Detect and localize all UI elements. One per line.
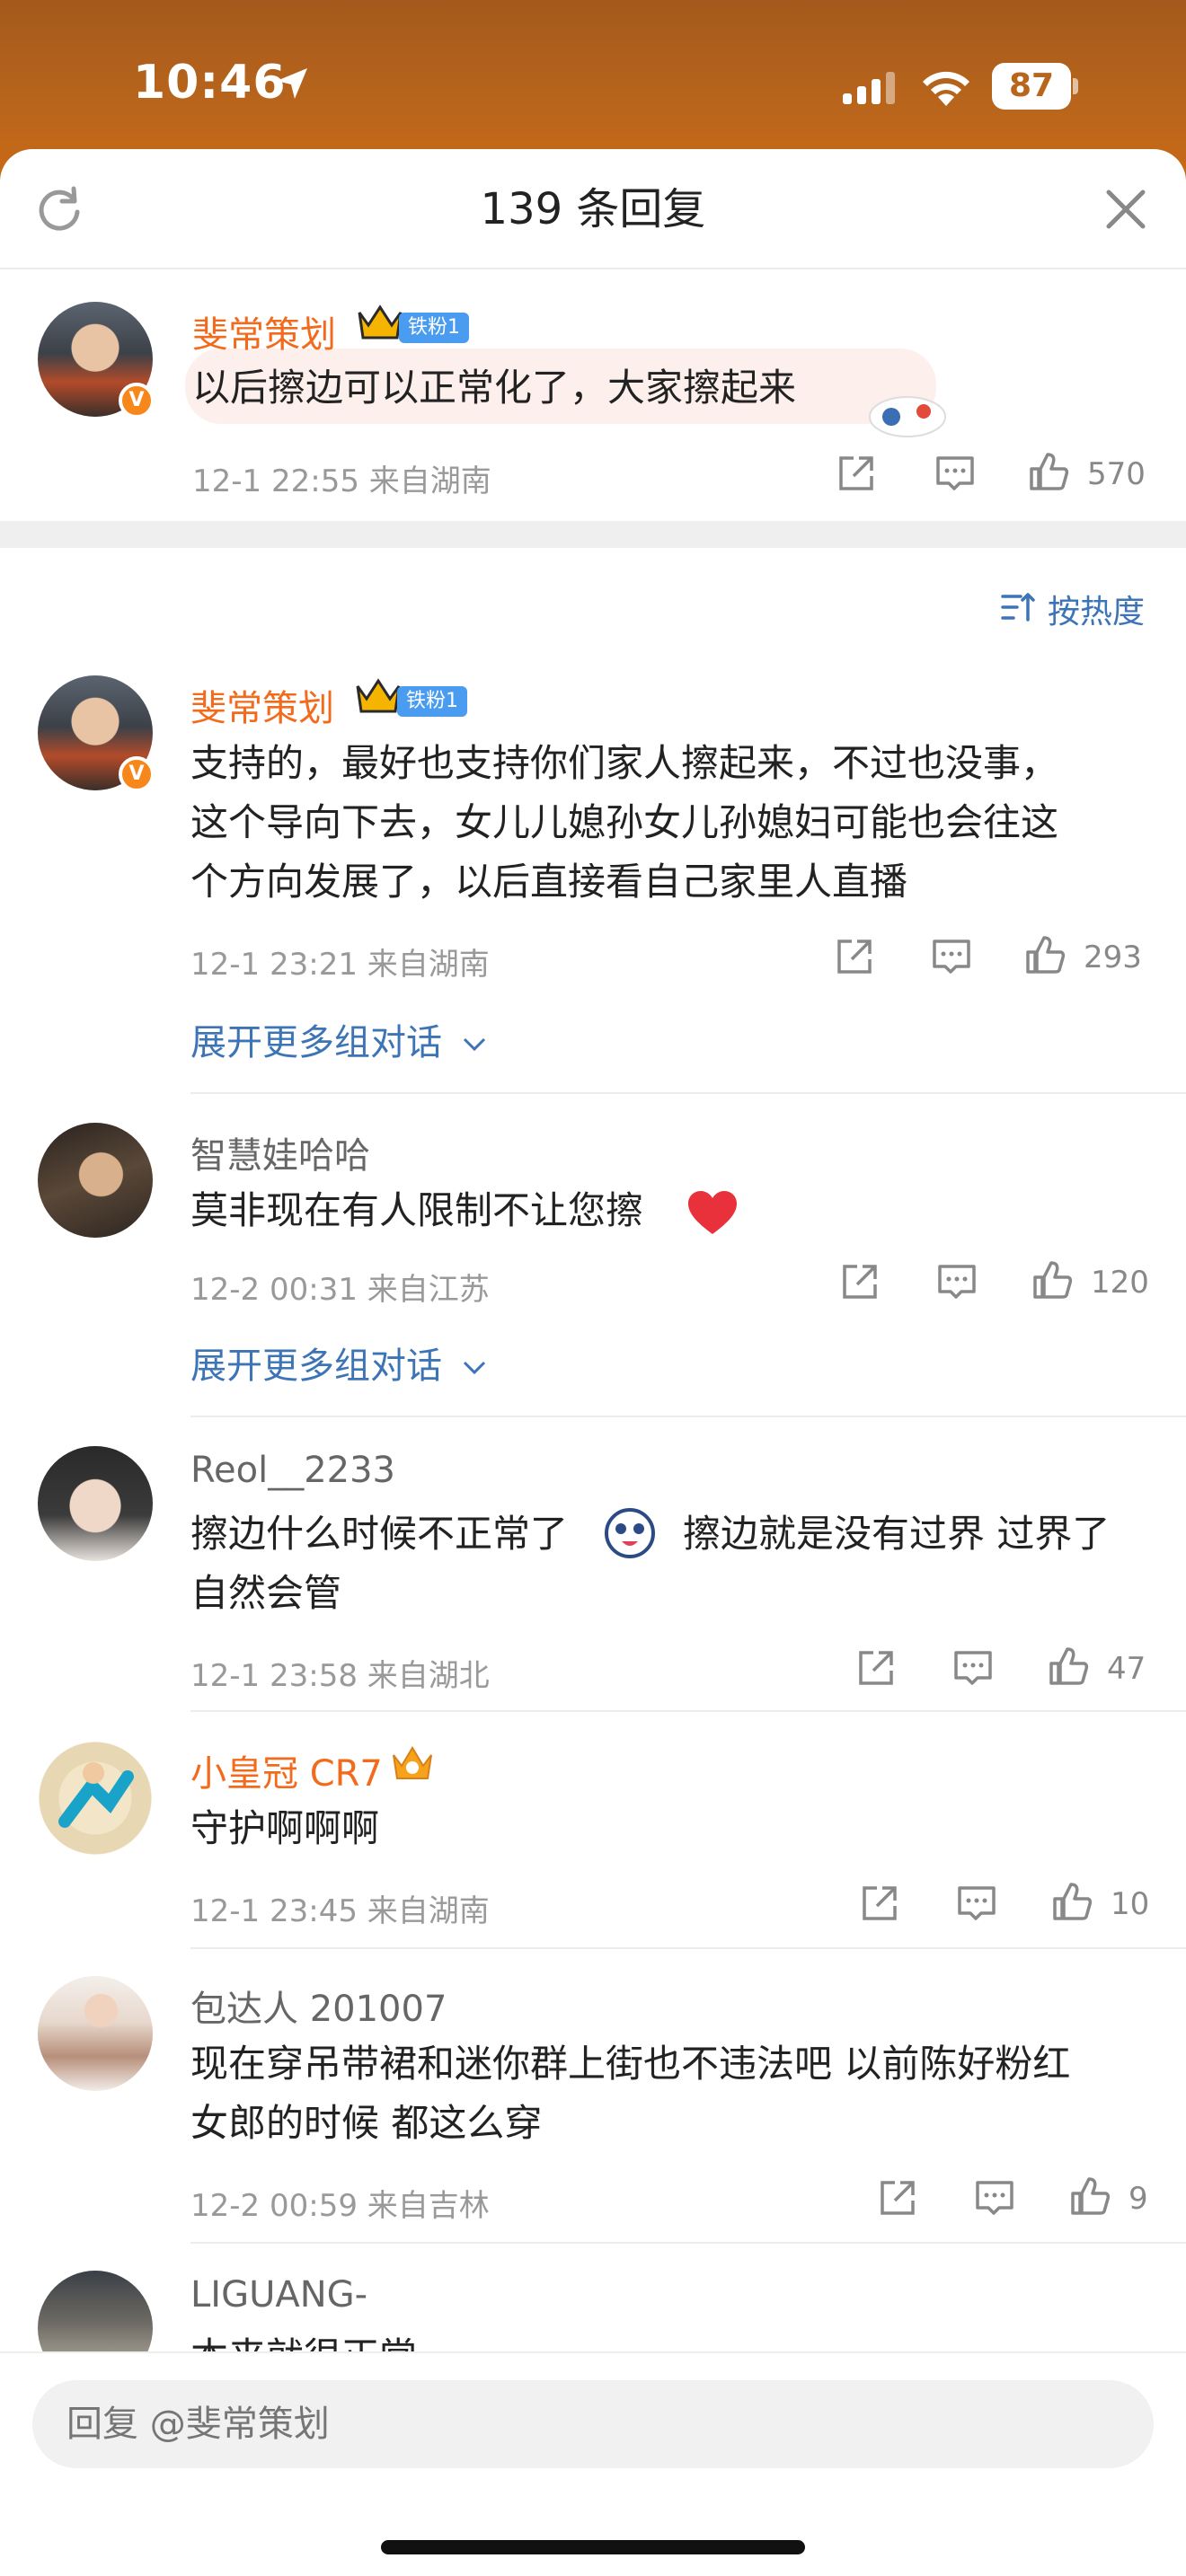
- like-icon[interactable]: [1024, 934, 1066, 975]
- sticker-icon: [869, 396, 946, 437]
- crown-icon: [358, 304, 403, 340]
- like-icon[interactable]: [1051, 1881, 1093, 1922]
- avatar[interactable]: [38, 1123, 153, 1238]
- comment-meta: 12-1 23:58 来自湖北: [190, 1658, 490, 1694]
- status-bar: 10:46 87: [0, 0, 1186, 153]
- like-count: 47: [1107, 1651, 1146, 1687]
- emoji-icon: [605, 1508, 655, 1558]
- divider: [190, 1947, 1186, 1949]
- comment-meta: 12-1 23:21 来自湖南: [190, 947, 490, 983]
- wifi-icon: [923, 71, 969, 106]
- like-count: 120: [1091, 1265, 1149, 1301]
- like-icon[interactable]: [1048, 1645, 1089, 1687]
- avatar-illustration: [58, 1762, 134, 1828]
- sheet-header: 139 条回复: [0, 149, 1186, 269]
- comment-text-line: 个方向发展了，以后直接看自己家里人直播: [190, 860, 908, 904]
- crown-badge-icon: [393, 1746, 432, 1779]
- expand-label: 展开更多组对话: [190, 1345, 442, 1387]
- chevron-down-icon: [463, 1037, 485, 1052]
- like-icon[interactable]: [1069, 2175, 1111, 2217]
- divider: [190, 1416, 1186, 1417]
- sheet-title: 139 条回复: [480, 184, 706, 234]
- status-time: 10:46: [133, 56, 287, 110]
- comment-text: 莫非现在有人限制不让您擦: [190, 1188, 644, 1232]
- comment-text: 以后擦边可以正常化了，大家擦起来: [192, 366, 797, 410]
- avatar-image: [38, 1123, 153, 1238]
- close-icon[interactable]: [1103, 187, 1148, 232]
- avatar[interactable]: [38, 1741, 153, 1856]
- avatar[interactable]: V: [38, 675, 155, 792]
- comment-author[interactable]: 智慧娃哈哈: [190, 1126, 370, 1178]
- fan-badge: 铁粉1: [399, 313, 469, 343]
- comment-text: 擦边什么时候不正常了: [190, 1512, 569, 1556]
- like-count: 293: [1084, 940, 1142, 975]
- avatar[interactable]: [38, 1976, 153, 2091]
- avatar-image: [38, 1976, 153, 2091]
- avatar[interactable]: V: [38, 302, 155, 419]
- share-icon[interactable]: [877, 2177, 918, 2219]
- like-count: 9: [1128, 2181, 1148, 2217]
- replies-sheet: 139 条回复 V 斐常策划 铁粉1 以后擦边可以正常化了，大家擦起来 12-1…: [0, 149, 1186, 2576]
- comment-text-line: 女郎的时候 都这么穿: [190, 2101, 543, 2145]
- comment-meta: 12-1 22:55 来自湖南: [192, 463, 491, 499]
- verified-icon: V: [119, 383, 155, 419]
- share-icon[interactable]: [834, 936, 875, 977]
- comment-icon[interactable]: [974, 2177, 1015, 2219]
- reply-bar: [0, 2351, 1186, 2576]
- expand-conversation-link[interactable]: 展开更多组对话: [190, 1013, 488, 1065]
- section-separator: [0, 521, 1186, 548]
- avatar[interactable]: [38, 1446, 153, 1561]
- crown-icon: [356, 678, 401, 713]
- like-count: 10: [1111, 1886, 1150, 1922]
- like-icon[interactable]: [1028, 451, 1069, 492]
- fan-badge: 铁粉1: [397, 686, 467, 717]
- expand-conversation-link[interactable]: 展开更多组对话: [190, 1337, 488, 1389]
- comment-text-line: 自然会管: [190, 1571, 342, 1615]
- cellular-signal-icon: [843, 72, 895, 104]
- share-icon[interactable]: [859, 1883, 900, 1924]
- battery-indicator: 87: [992, 63, 1078, 110]
- divider: [190, 1710, 1186, 1712]
- divider: [190, 1092, 1186, 1094]
- comment-author[interactable]: Reol__2233: [190, 1450, 395, 1491]
- refresh-icon[interactable]: [34, 185, 84, 235]
- divider: [190, 2242, 1186, 2244]
- share-icon[interactable]: [836, 453, 877, 494]
- reply-input[interactable]: [32, 2380, 1154, 2468]
- comment-author[interactable]: 包达人 201007: [190, 1980, 447, 2032]
- comment-icon[interactable]: [931, 936, 972, 977]
- comment-meta: 12-2 00:59 来自吉林: [190, 2188, 490, 2224]
- avatar-image: [38, 1741, 153, 1856]
- comment-text-line: 现在穿吊带裙和迷你群上街也不违法吧 以前陈好粉红: [190, 2042, 1071, 2086]
- comment-meta: 12-2 00:31 来自江苏: [190, 1272, 490, 1308]
- comment-text-line: 支持的，最好也支持你们家人擦起来，不过也没事，: [190, 741, 1059, 785]
- comment-icon[interactable]: [934, 453, 976, 494]
- comment-icon[interactable]: [936, 1261, 978, 1302]
- comment-author[interactable]: 斐常策划: [192, 305, 336, 357]
- battery-percent: 87: [1008, 67, 1055, 104]
- share-icon[interactable]: [855, 1647, 897, 1689]
- battery-tip: [1073, 78, 1078, 94]
- expand-label: 展开更多组对话: [190, 1022, 442, 1063]
- verified-icon: V: [119, 756, 155, 792]
- comment-icon[interactable]: [956, 1883, 997, 1924]
- comment-text: 擦边就是没有过界 过界了: [683, 1512, 1111, 1556]
- comment-author[interactable]: 小皇冠 CR7: [190, 1744, 383, 1796]
- comment-icon[interactable]: [952, 1647, 994, 1689]
- comment-meta: 12-1 23:45 来自湖南: [190, 1893, 490, 1929]
- heart-icon: [688, 1191, 737, 1234]
- chevron-down-icon: [463, 1361, 485, 1375]
- share-icon[interactable]: [839, 1261, 881, 1302]
- comment-text: 守护啊啊啊: [190, 1806, 380, 1850]
- home-indicator: [381, 2540, 805, 2554]
- location-arrow-icon: [277, 68, 307, 99]
- comment-text-line: 这个导向下去，女儿儿媳孙女儿孙媳妇可能也会往这: [190, 800, 1059, 844]
- sort-icon[interactable]: [999, 589, 1035, 625]
- sort-by-hot-button[interactable]: 按热度: [1048, 586, 1145, 632]
- like-icon[interactable]: [1031, 1259, 1073, 1301]
- comment-author[interactable]: LIGUANG-: [190, 2274, 367, 2316]
- comment-author[interactable]: 斐常策划: [190, 679, 334, 731]
- avatar-image: [38, 1446, 153, 1561]
- like-count: 570: [1087, 456, 1146, 492]
